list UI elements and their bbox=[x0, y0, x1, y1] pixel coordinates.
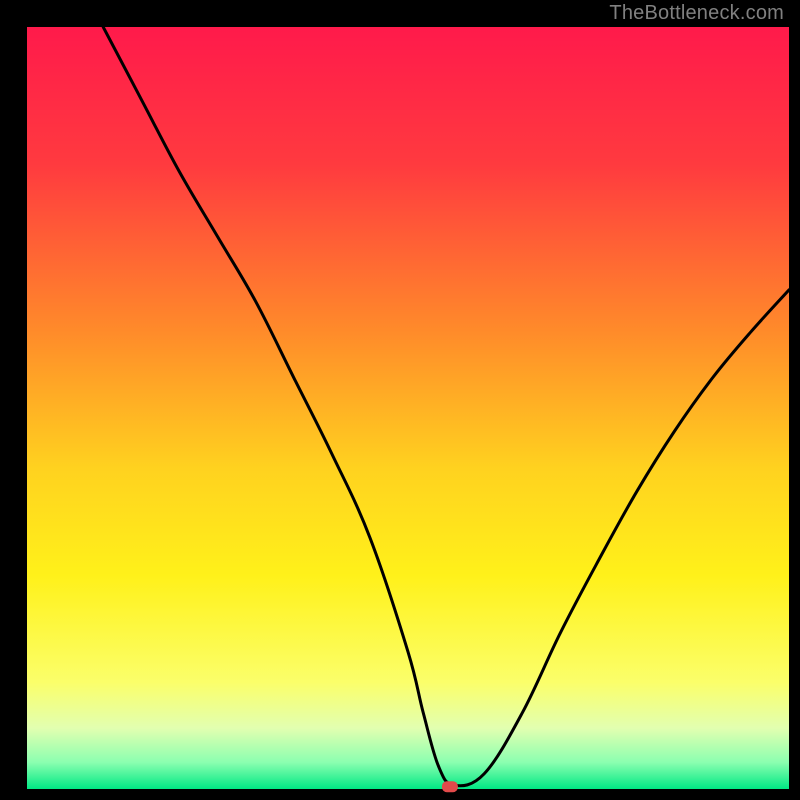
chart-frame: TheBottleneck.com bbox=[0, 0, 800, 800]
bottleneck-chart bbox=[0, 0, 800, 800]
optimal-point-marker bbox=[442, 781, 458, 792]
gradient-background bbox=[27, 27, 789, 789]
